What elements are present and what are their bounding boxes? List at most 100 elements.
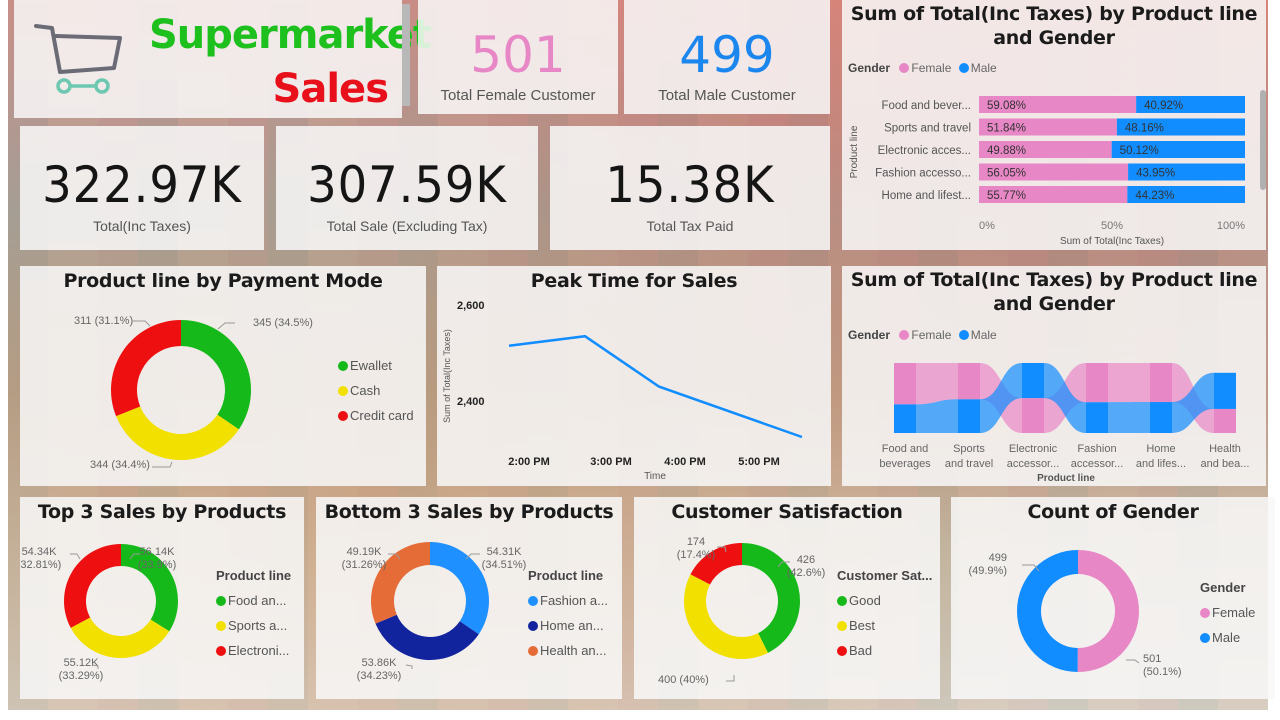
x-tick-label: 4:00 PM [664,456,706,468]
category-label: Home and lifest... [882,190,971,202]
kpi-total-sale-excl-tax: 307.59K Total Sale (Excluding Tax) [276,126,538,250]
data-label: 54.31K [487,546,523,558]
x-tick-label: Fashion [1077,443,1116,455]
leader-line [70,553,81,560]
kpi-label: Total Male Customer [658,87,796,104]
donut-slice [1017,550,1078,672]
chart-legend: Customer Sat... Good Best Bad [837,563,932,663]
legend-dot-icon [528,596,538,606]
legend-item[interactable]: Sports a... [216,613,291,638]
legend-dot-icon [216,596,226,606]
shopping-cart-icon [34,24,122,94]
stacked-bar-chart-card[interactable]: Sum of Total(Inc Taxes) by Product line … [842,0,1266,250]
legend-title: Customer Sat... [837,568,933,583]
peak-time-line-plot: 2,600 2,400 2:00 PM 3:00 PM 4:00 PM 5:00 PM Ti… [442,300,803,482]
ribbon-column-male [1022,363,1044,399]
legend-item-female[interactable]: Female [1200,600,1255,625]
data-label: (34.51%) [482,559,527,571]
top3-products-chart-card[interactable]: Top 3 Sales by Products 56.14K (33.9%) 55.… [20,497,304,699]
legend-dot-icon [837,621,847,631]
kpi-total-tax-paid: 15.38K Total Tax Paid [550,126,830,250]
x-tick-label: 50% [1101,220,1123,232]
customer-satisfaction-chart-card[interactable]: Customer Satisfaction 426 (42.6%) 400 (40%… [634,497,940,699]
data-label: 174 [687,536,705,548]
data-label: 49.19K [347,546,383,558]
leader-line [726,675,735,682]
bottom3-products-chart-card[interactable]: Bottom 3 Sales by Products 54.31K (34.51%… [316,497,622,699]
legend-item-ewallet[interactable]: Ewallet [338,353,414,378]
ribbon-column-female [958,363,980,400]
gender-count-chart-card[interactable]: Count of Gender 501 (50.1%) 499 (49.9%) Gen… [951,497,1275,699]
x-tick-label: 5:00 PM [738,456,780,468]
legend-item-bad[interactable]: Bad [837,638,932,663]
leader-line [405,664,413,669]
x-tick-label: 2:00 PM [508,456,550,468]
category-label: Fashion accesso... [875,168,971,180]
data-label: 43.95% [1136,168,1175,180]
data-label: 40.92% [1144,100,1183,112]
data-label: 400 (40%) [658,674,709,686]
data-label: 426 [797,554,815,566]
leader-line [132,320,151,327]
data-label: (50.1%) [1143,666,1182,678]
x-axis-title: Time [644,471,666,482]
peak-time-chart-card[interactable]: Peak Time for Sales 2,600 2,400 2:00 PM 3:0… [437,266,831,486]
data-label: 44.23% [1135,190,1174,202]
ribbon-connector [916,363,958,405]
legend-item[interactable]: Health an... [528,638,608,663]
chart-legend: Ewallet Cash Credit card [338,353,414,428]
legend-title: Product line [528,568,604,583]
ribbon-connector [1108,363,1150,403]
legend-title: Gender [1200,580,1246,595]
legend-item-good[interactable]: Good [837,588,932,613]
x-tick-label: accessor... [1071,458,1124,470]
ribbon-column-female [1022,398,1044,433]
legend-item[interactable]: Home an... [528,613,608,638]
legend-dot-icon [528,621,538,631]
scrollbar[interactable] [1260,90,1266,190]
data-label: (33.9%) [138,559,177,571]
donut-slice [684,574,769,659]
legend-item-cash[interactable]: Cash [338,378,414,403]
data-label: 311 (31.1%) [74,315,133,327]
donut-slice [111,320,181,417]
legend-dot-icon [837,646,847,656]
data-label: (31.26%) [342,559,387,571]
kpi-label: Total Female Customer [440,87,596,104]
kpi-value: 499 [679,26,775,84]
x-axis-title: Product line [1037,473,1095,484]
x-tick-label: Sports [953,443,985,455]
legend-dot-icon [216,621,226,631]
donut-slice [63,544,121,628]
ribbon-column-male [958,399,980,433]
legend-item[interactable]: Food an... [216,588,291,613]
legend-item-best[interactable]: Best [837,613,932,638]
legend-dot-icon [528,646,538,656]
legend-dot-icon [338,361,348,371]
ribbon-column-male [1214,372,1236,409]
legend-item[interactable]: Fashion a... [528,588,608,613]
data-label: (33.29%) [59,670,104,682]
data-label: 51.84% [987,123,1026,135]
data-label: (32.81%) [20,559,61,571]
kpi-total-inc-taxes: 322.97K Total(Inc Taxes) [20,126,264,250]
y-tick-label: 2,400 [457,396,485,408]
legend-item-credit-card[interactable]: Credit card [338,403,414,428]
data-label: 59.08% [987,100,1026,112]
ribbon-chart-card[interactable]: Sum of Total(Inc Taxes) by Product line … [842,266,1266,486]
legend-item-male[interactable]: Male [1200,625,1255,650]
legend-dot-icon [338,386,348,396]
x-tick-label: and bea... [1201,458,1250,470]
legend-item[interactable]: Electroni... [216,638,291,663]
chart-legend: Product line Food an... Sports a... Elec… [216,563,291,663]
header-divider [402,4,410,106]
brand-title-line2: Sales [272,66,389,112]
payment-mode-chart-card[interactable]: Product line by Payment Mode 345 (34.5%)… [20,266,426,486]
y-axis-title: Product line [849,125,860,178]
leader-line [1126,659,1140,664]
line-series [508,334,803,439]
x-tick-label: Food and [882,443,928,455]
category-label: Food and bever... [881,100,971,112]
category-label: Electronic acces... [878,145,971,157]
x-tick-label: Health [1209,443,1241,455]
